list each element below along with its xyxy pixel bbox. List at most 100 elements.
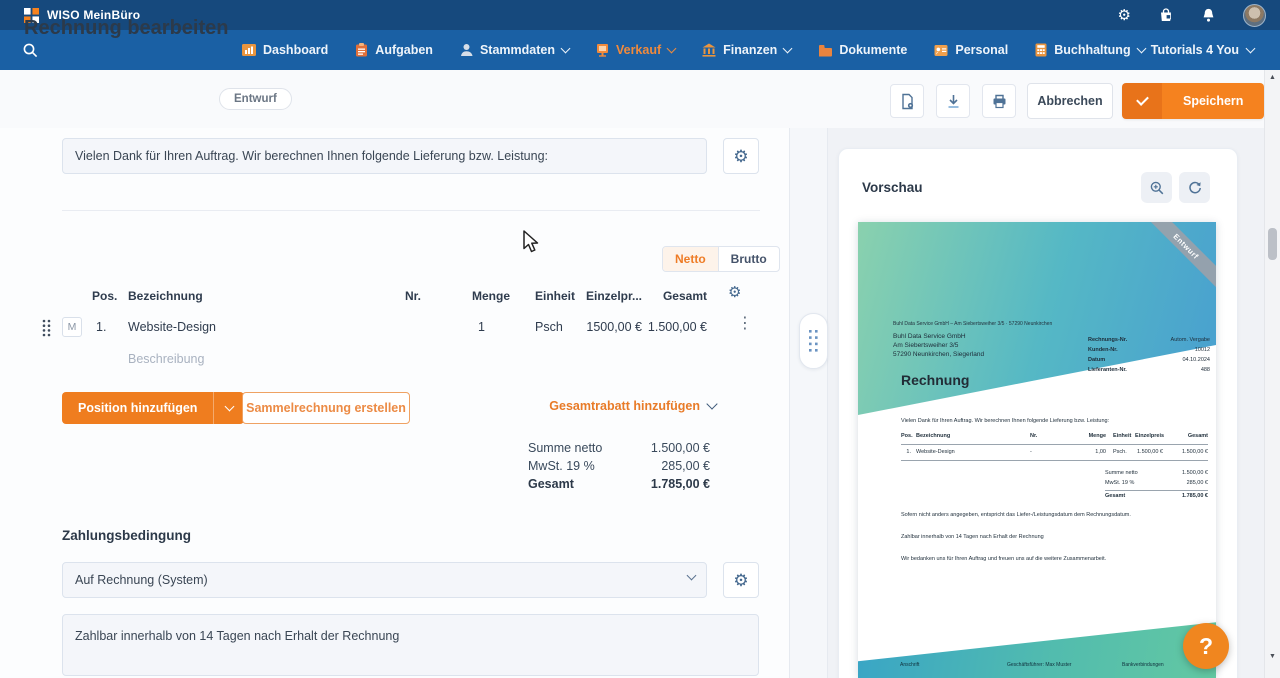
nav-label: Personal [955, 43, 1008, 57]
nav-item-verkauf[interactable]: Verkauf [596, 43, 675, 57]
meta-row: Rechnungs-Nr. Autom. Vergabe [1088, 335, 1210, 345]
account-menu[interactable]: Tutorials 4 You [1151, 30, 1254, 70]
download-icon [945, 93, 962, 110]
nav-item-stammdaten[interactable]: Stammdaten [460, 43, 569, 57]
shop-bag-icon[interactable] [1158, 7, 1174, 23]
meta-value: 04.10.2024 [1182, 355, 1210, 365]
intro-text-input[interactable]: Vielen Dank für Ihren Auftrag. Wir berec… [62, 138, 707, 174]
tasks-clipboard-icon [355, 43, 368, 57]
total-discount-label[interactable]: Gesamtrabatt hinzufügen [549, 399, 700, 413]
row-gesamt: 1.500,00 € [640, 320, 707, 334]
preview-paragraph: Wir bedanken uns für Ihren Auftrag und f… [901, 556, 1201, 562]
net-total-value: 1.500,00 € [600, 441, 710, 455]
user-avatar[interactable] [1243, 4, 1266, 27]
nav-item-dashboard[interactable]: Dashboard [242, 43, 328, 57]
col-header-menge: Menge [450, 289, 510, 303]
recipient-line: 57290 Neunkirchen, Siegerland [893, 350, 984, 359]
print-button[interactable] [982, 84, 1016, 118]
vat-label: MwSt. 19 % [528, 459, 595, 473]
col-header-nr: Nr. [405, 289, 421, 303]
preview-table-line [901, 460, 1208, 461]
brutto-toggle[interactable]: Brutto [719, 247, 779, 271]
nav-label: Dokumente [839, 43, 907, 57]
row-einzelpreis[interactable]: 1500,00 € [570, 320, 642, 334]
mouse-cursor [522, 230, 544, 259]
preview-footer-graphic [858, 618, 1216, 678]
gear-icon: ⚙ [728, 284, 741, 301]
notifications-bell-icon[interactable] [1201, 7, 1216, 23]
gross-total-label: Gesamt [528, 477, 574, 491]
draft-ribbon: Entwurf [1137, 222, 1216, 296]
gross-total-value: 1.785,00 € [600, 477, 710, 491]
printer-icon [991, 93, 1008, 110]
vertical-scrollbar[interactable]: ▲ ▼ [1264, 70, 1280, 678]
col-header-pos: Pos. [92, 289, 117, 303]
sales-icon [596, 43, 609, 57]
nav-item-finanzen[interactable]: Finanzen [702, 43, 791, 57]
footer-col-address: Anschrift [900, 662, 919, 668]
row-menu-button[interactable]: ⋮ [737, 316, 753, 332]
nav-label: Buchhaltung [1054, 43, 1130, 57]
dashboard-icon [242, 43, 256, 57]
add-position-dropdown[interactable] [214, 392, 244, 424]
footer-col-ceo: Geschäftsführer: Max Muster [1007, 662, 1071, 668]
settings-gear-icon[interactable]: ⚙ [1118, 8, 1131, 23]
total-discount-link[interactable]: Gesamtrabatt hinzufügen [520, 399, 716, 413]
scroll-down-arrow[interactable]: ▼ [1265, 652, 1280, 662]
status-badge: Entwurf [219, 88, 292, 110]
refresh-icon [1187, 180, 1203, 196]
nav-item-buchhaltung[interactable]: Buchhaltung [1035, 43, 1144, 57]
collective-invoice-button[interactable]: Sammelrechnung erstellen [242, 392, 410, 424]
table-settings-button[interactable]: ⚙ [728, 284, 741, 302]
cancel-button[interactable]: Abbrechen [1027, 83, 1113, 119]
description-placeholder[interactable]: Beschreibung [128, 352, 204, 366]
chevron-down-icon [561, 43, 571, 53]
netto-toggle[interactable]: Netto [663, 247, 719, 271]
vat-value: 285,00 € [600, 459, 710, 473]
export-preview-button[interactable] [890, 84, 924, 118]
drag-dots-icon [42, 319, 51, 337]
preview-total-gross: Gesamt1.785,00 € [1105, 490, 1208, 499]
save-check-icon[interactable] [1122, 83, 1162, 119]
payment-terms-settings-button[interactable]: ⚙ [723, 562, 759, 598]
preview-refresh-button[interactable] [1179, 172, 1210, 203]
nav-item-aufgaben[interactable]: Aufgaben [355, 43, 433, 57]
person-icon [460, 43, 473, 57]
meta-value: 488 [1201, 365, 1210, 375]
help-button[interactable]: ? [1183, 623, 1229, 669]
payment-note-textarea[interactable]: Zahlbar innerhalb von 14 Tagen nach Erha… [62, 614, 759, 676]
preview-total-vat: MwSt. 19 %285,00 € [1105, 480, 1208, 486]
panel-splitter[interactable] [790, 128, 828, 678]
scroll-up-arrow[interactable]: ▲ [1265, 73, 1280, 83]
add-position-button[interactable]: Position hinzufügen [62, 392, 244, 424]
invoice-preview-document[interactable]: Entwurf Buhl Data Service GmbH – Am Sieb… [858, 222, 1216, 678]
meta-label: Lieferanten-Nr. [1088, 365, 1127, 375]
splitter-drag-handle[interactable] [799, 313, 828, 369]
nav-item-dokumente[interactable]: Dokumente [818, 43, 907, 57]
row-bezeichnung[interactable]: Website-Design [128, 320, 216, 334]
download-button[interactable] [936, 84, 970, 118]
search-icon [22, 42, 39, 59]
nav-label: Verkauf [616, 43, 661, 57]
meta-label: Kunden-Nr. [1088, 345, 1118, 355]
chevron-down-icon [1136, 43, 1146, 53]
row-einheit[interactable]: Psch [535, 320, 563, 334]
app-window: WISO MeinBüro ⚙ [0, 0, 1280, 678]
intro-text-settings-button[interactable]: ⚙ [723, 138, 759, 174]
row-menge[interactable]: 1 [478, 320, 485, 334]
payment-terms-select[interactable]: Auf Rechnung (System) [62, 562, 707, 598]
nav-label: Dashboard [263, 43, 328, 57]
nav-item-personal[interactable]: Personal [934, 43, 1008, 57]
scrollbar-thumb[interactable] [1268, 228, 1277, 260]
save-button[interactable]: Speichern [1122, 83, 1264, 119]
add-position-label[interactable]: Position hinzufügen [62, 392, 214, 424]
net-total-label: Summe netto [528, 441, 602, 455]
save-label[interactable]: Speichern [1162, 83, 1264, 119]
chevron-down-icon [706, 398, 717, 409]
preview-zoom-button[interactable] [1141, 172, 1172, 203]
row-drag-handle[interactable] [42, 319, 51, 342]
col-header-gesamt: Gesamt [640, 289, 707, 303]
position-type-badge[interactable]: M [62, 317, 82, 337]
col-header-einzelpreis: Einzelpr... [570, 289, 642, 303]
preview-doc-title: Rechnung [901, 372, 969, 388]
